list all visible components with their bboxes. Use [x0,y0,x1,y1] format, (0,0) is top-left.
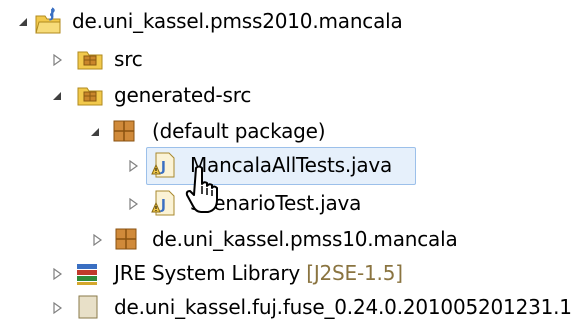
source-folder-icon [76,44,106,74]
library-version-decoration: [J2SE-1.5] [306,261,403,285]
tree-row-package-mancala[interactable]: de.uni_kassel.pmss10.mancala [0,224,576,254]
hand-cursor-icon [184,164,224,216]
tree-row-mancala-all-tests[interactable]: J MancalaAllTests.java [0,150,576,180]
chevron-expanded-icon[interactable] [88,125,102,139]
java-file-icon: J [150,188,180,218]
chevron-expanded-icon[interactable] [16,15,30,29]
tree-label: src [114,47,143,71]
tree-row-generated-src[interactable]: generated-src [0,80,576,110]
library-icon [74,258,104,288]
chevron-collapsed-icon[interactable] [90,233,104,247]
chevron-collapsed-icon[interactable] [50,267,64,281]
chevron-expanded-icon[interactable] [50,89,64,103]
tree-row-jre-library[interactable]: JRE System Library [J2SE-1.5] [0,258,576,288]
svg-text:J: J [160,160,166,175]
tree-label: generated-src [114,83,252,107]
tree-row-default-package[interactable]: (default package) [0,116,576,146]
tree-row-scenario-test[interactable]: J ScenarioTest.java [0,188,576,218]
tree-label: JRE System Library [J2SE-1.5] [114,260,403,286]
tree-row-src[interactable]: src [0,44,576,74]
chevron-collapsed-icon[interactable] [50,301,64,315]
jar-icon [74,292,104,322]
tree-row-project[interactable]: J de.uni_kassel.pmss2010.mancala [0,6,576,36]
tree-row-jar-partial[interactable]: de.uni_kassel.fuj.fuse_0.24.0.2010052012… [0,292,576,322]
tree-label: de.uni_kassel.fuj.fuse_0.24.0.2010052012… [114,295,572,319]
chevron-collapsed-icon[interactable] [126,159,140,173]
tree-label: (default package) [152,119,326,143]
source-folder-icon [76,80,106,110]
java-file-icon: J [150,150,180,180]
java-project-icon: J [34,6,64,36]
package-icon [112,224,142,254]
chevron-collapsed-icon[interactable] [50,53,64,67]
tree-label: de.uni_kassel.pmss10.mancala [152,227,458,251]
svg-text:J: J [160,198,166,213]
tree-label: de.uni_kassel.pmss2010.mancala [72,9,403,33]
package-icon [110,116,140,146]
chevron-collapsed-icon[interactable] [126,197,140,211]
library-name: JRE System Library [114,261,301,285]
